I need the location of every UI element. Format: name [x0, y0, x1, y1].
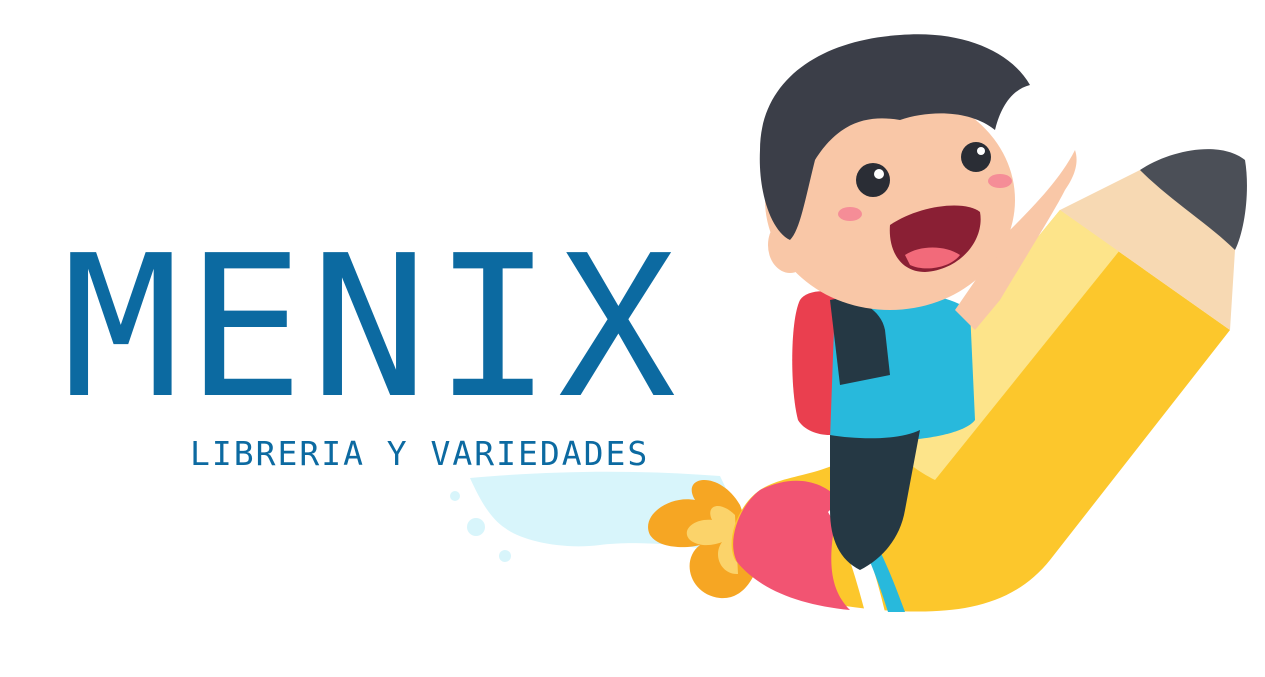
logo-canvas: MENIX LIBRERIA Y VARIEDADES: [0, 0, 1265, 677]
brand-block: MENIX LIBRERIA Y VARIEDADES: [62, 214, 782, 488]
brand-tagline: LIBRERIA Y VARIEDADES: [190, 434, 650, 473]
brand-name: MENIX: [62, 214, 683, 442]
